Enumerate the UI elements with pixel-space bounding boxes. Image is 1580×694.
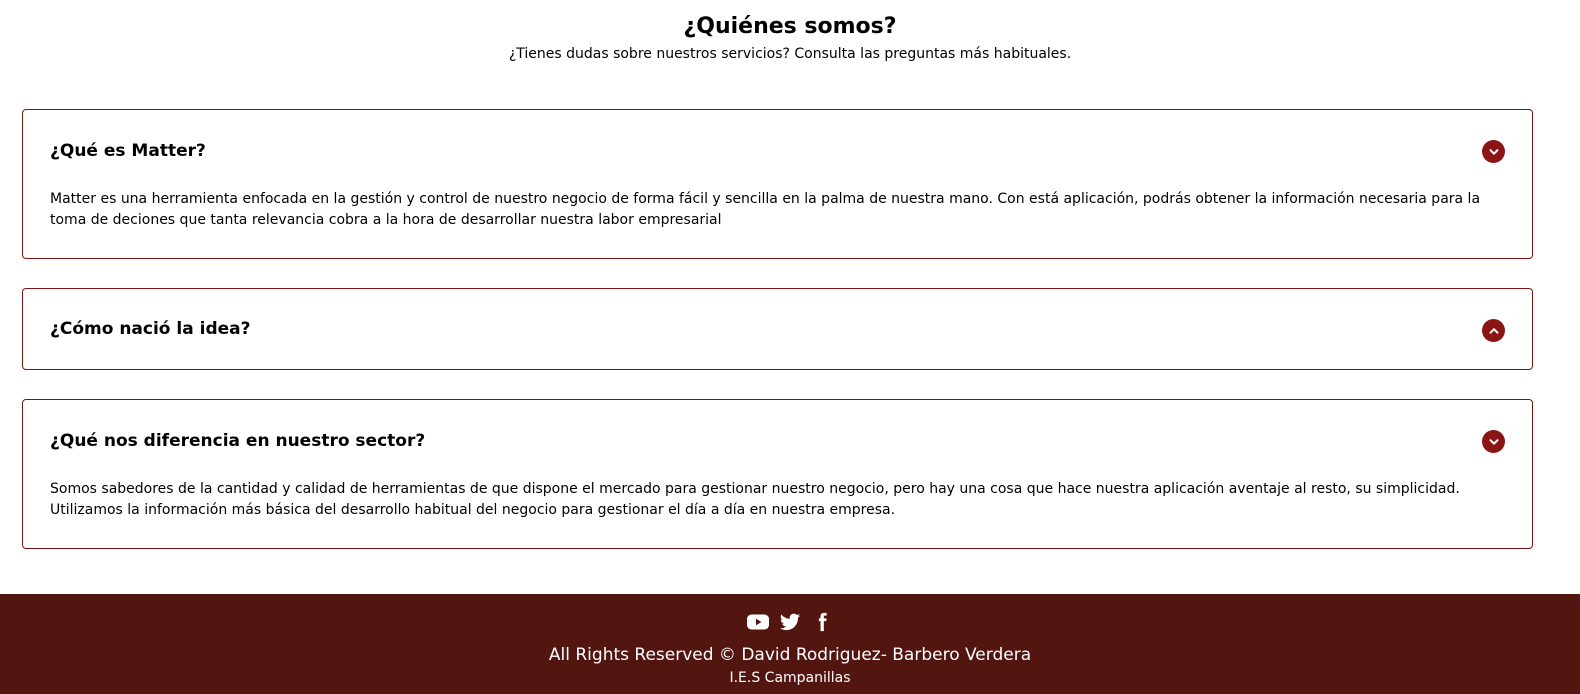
chevron-down-icon[interactable] xyxy=(1482,430,1505,453)
faq-answer: Matter es una herramienta enfocada en la… xyxy=(50,191,1481,228)
faq-question: ¿Qué es Matter? xyxy=(50,141,206,161)
chevron-up-icon[interactable] xyxy=(1482,319,1505,342)
page-subtitle: ¿Tienes dudas sobre nuestros servicios? … xyxy=(508,46,1072,62)
faq-header[interactable]: ¿Qué es Matter? xyxy=(23,110,1532,190)
faq-answer: Somos sabedores de la cantidad y calidad… xyxy=(50,481,1460,518)
intro-section: ¿Quiénes somos? ¿Tienes dudas sobre nues… xyxy=(0,12,1580,64)
youtube-icon[interactable] xyxy=(746,610,770,634)
faq-question: ¿Qué nos diferencia en nuestro sector? xyxy=(50,431,426,451)
copyright-text: All Rights Reserved © David Rodriguez- B… xyxy=(548,645,1032,665)
faq-item-diferencia: ¿Qué nos diferencia en nuestro sector? S… xyxy=(22,399,1533,549)
twitter-icon[interactable] xyxy=(778,610,802,634)
faq-header[interactable]: ¿Cómo nació la idea? xyxy=(23,289,1532,371)
faq-header[interactable]: ¿Qué nos diferencia en nuestro sector? xyxy=(23,400,1532,480)
faq-item-idea: ¿Cómo nació la idea? xyxy=(22,288,1533,370)
social-links xyxy=(0,610,1580,634)
site-footer: All Rights Reserved © David Rodriguez- B… xyxy=(0,594,1580,694)
facebook-icon[interactable] xyxy=(810,610,834,634)
chevron-down-icon[interactable] xyxy=(1482,140,1505,163)
faq-question: ¿Cómo nació la idea? xyxy=(50,319,251,339)
page-title: ¿Quiénes somos? xyxy=(683,14,897,39)
faq-item-matter: ¿Qué es Matter? Matter es una herramient… xyxy=(22,109,1533,259)
school-name: I.E.S Campanillas xyxy=(729,670,851,686)
